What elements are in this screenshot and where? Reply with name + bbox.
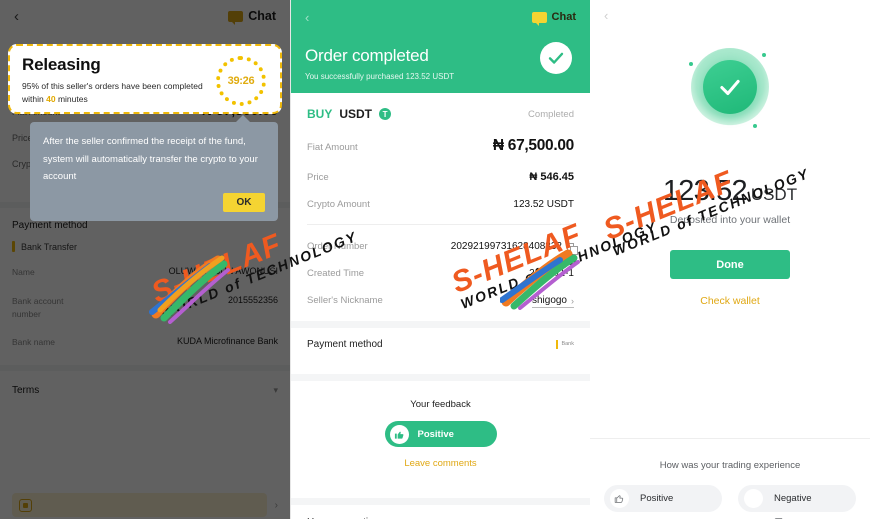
mid-row-fiat: Fiat Amount ₦ 67,500.00 <box>307 137 574 155</box>
right-amount-subtitle: Deposited into your wallet <box>669 214 791 226</box>
mid-nickname-value: shigogo <box>531 295 567 306</box>
mid-row-crypto-label: Crypto Amount <box>307 199 370 210</box>
mid-row-price-label: Price <box>307 172 329 183</box>
right-success-icon-wrap <box>590 48 870 128</box>
chevron-left-icon[interactable]: ‹ <box>604 8 608 23</box>
chat-label: Chat <box>551 11 576 23</box>
chat-bubble-icon <box>531 11 547 26</box>
panel-deposit-success: ‹ 123.52 USDT Deposited into your wallet … <box>590 0 870 519</box>
done-button[interactable]: Done <box>670 250 790 279</box>
bank-accent-bar-icon <box>556 340 559 349</box>
releasing-status-card: Releasing 95% of this seller's orders ha… <box>8 44 282 114</box>
info-tooltip: After the seller confirmed the receipt o… <box>30 115 278 221</box>
mid-band-1 <box>291 321 590 328</box>
panel-order-completed: ‹ Chat Order completed You successfully … <box>290 0 590 519</box>
sparkle-dot-icon <box>689 62 693 66</box>
mid-created-time-label: Created Time <box>307 268 365 279</box>
mid-body: BUY USDT T Completed Fiat Amount ₦ 67,50… <box>291 93 590 308</box>
right-amount-block: 123.52 USDT Deposited into your wallet <box>590 175 870 226</box>
countdown-timer-value: 39:26 <box>227 75 255 87</box>
right-amount-currency: USDT <box>750 185 798 204</box>
chat-button[interactable]: Chat <box>531 11 576 26</box>
mid-order-number-label: Order Number <box>307 241 368 252</box>
tooltip-ok-button[interactable]: OK <box>223 192 265 212</box>
mid-row-fiat-label: Fiat Amount <box>307 142 358 153</box>
mid-feedback-positive-button[interactable]: Positive <box>384 421 497 447</box>
mid-order-status: Completed <box>528 108 574 120</box>
sparkle-dot-icon <box>762 53 766 57</box>
mid-row-price-value: ₦ 546.45 <box>529 171 574 183</box>
releasing-subtitle-line1: 95% of this seller's orders have been co… <box>22 81 203 91</box>
mid-row-created-time: Created Time 2021-11-1 <box>307 268 574 279</box>
mid-leave-comments-link[interactable]: Leave comments <box>291 458 590 469</box>
thumbs-up-icon <box>389 424 409 444</box>
mid-divider <box>307 224 574 225</box>
right-feedback-positive-button[interactable]: Positive <box>604 485 722 512</box>
mid-payment-method-row[interactable]: Payment method Bank <box>291 328 590 361</box>
right-amount-line: 123.52 USDT <box>590 175 870 208</box>
right-divider <box>590 438 870 439</box>
chevron-left-icon[interactable]: ‹ <box>305 10 309 25</box>
mid-row-fiat-value: ₦ 67,500.00 <box>492 137 574 154</box>
mid-row-price: Price ₦ 546.45 <box>307 171 574 183</box>
right-feedback-positive-label: Positive <box>640 493 674 504</box>
mid-row-nickname[interactable]: Seller's Nickname shigogo › <box>307 295 574 308</box>
mid-nickname-link[interactable]: shigogo › <box>531 295 574 308</box>
mid-payment-method-value: Bank <box>561 341 574 348</box>
releasing-minutes-value: 40 <box>46 94 56 105</box>
releasing-subtitle-post: minutes <box>57 94 88 105</box>
three-panel-screenshot: ‹ Chat BUY Fiat Amount ₦ 67,500.00 Price… <box>0 0 870 519</box>
check-circle-icon <box>689 48 769 128</box>
mid-order-side: BUY <box>307 107 333 121</box>
thumbs-down-icon <box>744 489 783 519</box>
mid-nickname-label: Seller's Nickname <box>307 295 383 306</box>
mid-side-row: BUY USDT T Completed <box>307 93 574 121</box>
releasing-subtitle: 95% of this seller's orders have been co… <box>22 80 212 106</box>
mid-order-number-value: 20292199731628408832 <box>450 241 562 252</box>
mid-side-group: BUY USDT T <box>307 107 392 121</box>
copy-icon[interactable] <box>567 242 578 255</box>
right-amount-value: 123.52 <box>662 175 748 207</box>
mid-order-asset: USDT <box>339 107 373 121</box>
right-feedback-negative-label: Negative <box>774 493 812 504</box>
mid-row-crypto-value: 123.52 USDT <box>513 199 574 210</box>
thumbs-up-icon <box>610 489 629 508</box>
panel-order-releasing: ‹ Chat BUY Fiat Amount ₦ 67,500.00 Price… <box>0 0 290 519</box>
mid-payment-method-value-group: Bank <box>556 340 574 349</box>
mid-row-order-number: Order Number 20292199731628408832 <box>307 241 578 255</box>
check-circle-icon <box>540 42 572 74</box>
info-tooltip-text: After the seller confirmed the receipt o… <box>43 136 258 183</box>
chevron-right-icon: › <box>571 295 574 306</box>
mid-header-top: ‹ Chat <box>305 6 576 28</box>
mid-payment-method-label: Payment method <box>307 339 383 350</box>
usdt-token-icon: T <box>379 108 392 120</box>
mid-have-question-row[interactable]: Have a question › <box>291 505 590 519</box>
right-experience-title: How was your trading experience <box>659 460 801 471</box>
check-mark-inner <box>703 60 757 114</box>
mid-band-2 <box>291 374 590 381</box>
mid-header-title: Order completed <box>305 46 429 65</box>
mid-feedback-title: Your feedback <box>410 399 471 410</box>
mid-created-time-value: 2021-11-1 <box>529 268 574 279</box>
mid-feedback-positive-label: Positive <box>417 428 454 440</box>
sparkle-dot-icon <box>753 124 757 128</box>
mid-header-banner: ‹ Chat Order completed You successfully … <box>291 0 590 93</box>
right-feedback-negative-button[interactable]: Negative <box>738 485 856 519</box>
mid-header-subtitle: You successfully purchased 123.52 USDT <box>305 72 455 81</box>
releasing-subtitle-pre: within <box>22 94 44 105</box>
countdown-ring: 39:26 <box>216 56 266 106</box>
mid-row-crypto: Crypto Amount 123.52 USDT <box>307 199 574 210</box>
check-wallet-link[interactable]: Check wallet <box>590 295 870 307</box>
mid-band-3 <box>291 498 590 505</box>
mid-order-number-group: 20292199731628408832 <box>450 241 578 255</box>
right-feedback-buttons: Positive Negative <box>590 485 870 519</box>
mid-feedback-section: Your feedback Positive Leave comments <box>291 381 590 485</box>
